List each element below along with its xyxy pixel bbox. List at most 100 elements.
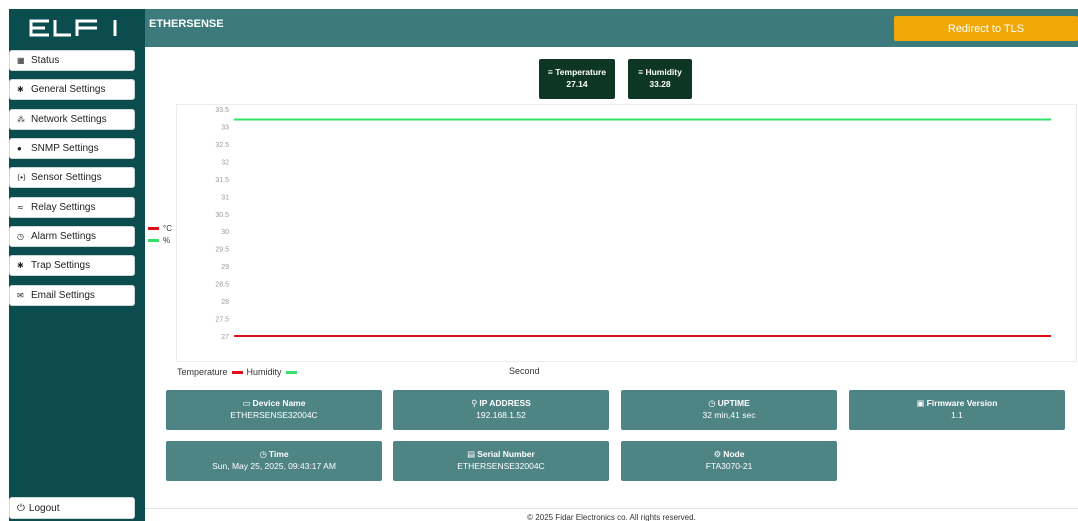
side-legend-humidity: %: [148, 234, 172, 246]
temperature-badge: ≡ Temperature 27.14: [539, 59, 615, 99]
y-tick-label: 27: [221, 334, 229, 341]
redirect-tls-button[interactable]: Redirect to TLS: [894, 16, 1078, 41]
time-label: Time: [268, 449, 289, 459]
sidebar-item-label: Relay Settings: [31, 202, 96, 213]
y-tick-label: 28.5: [215, 282, 229, 289]
sidebar: ▦ Status ✱ General Settings ⁂ Network Se…: [9, 9, 145, 521]
serial-number-card: ▤ Serial Number ETHERSENSE32004C: [393, 441, 609, 481]
serial-number-value: ETHERSENSE32004C: [457, 461, 545, 471]
legend-label-temperature: Temperature: [177, 367, 228, 377]
sidebar-item-network-settings[interactable]: ⁂ Network Settings: [9, 109, 135, 130]
sidebar-item-label: SNMP Settings: [31, 143, 99, 154]
footer-divider: [145, 508, 1078, 509]
side-legend: °C %: [148, 222, 172, 246]
globe-icon: ●: [17, 144, 22, 153]
sidebar-item-label: Status: [31, 55, 60, 66]
ip-address-label: IP ADDRESS: [479, 398, 531, 408]
node-card: ⚙ Node FTA3070-21: [621, 441, 837, 481]
y-tick-label: 31: [221, 194, 229, 201]
clock-icon: ◷: [708, 398, 716, 408]
relay-icon: ≂: [17, 203, 24, 212]
y-tick-label: 32.5: [215, 142, 229, 149]
app-root: ▦ Status ✱ General Settings ⁂ Network Se…: [0, 0, 1078, 521]
sidebar-item-label: Email Settings: [31, 290, 95, 301]
logout-button[interactable]: ⏻ Logout: [9, 497, 135, 519]
monitor-icon: ▭: [242, 398, 251, 408]
humidity-badge: ≡ Humidity 33.28: [628, 59, 692, 99]
alarm-icon: ◷: [17, 232, 24, 241]
logo-mark: [29, 19, 117, 37]
clock-icon: ◷: [259, 449, 267, 459]
firmware-card: ▣ Firmware Version 1.1: [849, 390, 1065, 430]
page-title: ETHERSENSE: [149, 18, 224, 30]
sidebar-item-trap-settings[interactable]: ✱ Trap Settings: [9, 255, 135, 276]
location-icon: ⚲: [471, 398, 478, 408]
y-tick-label: 32: [221, 159, 229, 166]
x-axis-label: Second: [509, 366, 540, 376]
y-tick-label: 29: [221, 264, 229, 271]
sensor-chart: 33.5 33 32.5 32 31.5 31 30.5 30 29.5 29 28.5 28 27.5…: [176, 104, 1077, 362]
sidebar-item-label: Alarm Settings: [31, 231, 97, 242]
ip-address-value: 192.168.1.52: [476, 410, 526, 420]
legend-swatch: [148, 226, 159, 230]
y-tick-label: 27.5: [215, 317, 229, 324]
legend-swatch: [148, 238, 159, 242]
device-name-value: ETHERSENSE32004C: [230, 410, 318, 420]
chip-icon: ▣: [916, 398, 925, 408]
y-tick-label: 29.5: [215, 247, 229, 254]
envelope-icon: ✉: [17, 291, 24, 300]
legend-label-humidity: Humidity: [246, 367, 282, 377]
y-tick-label: 28: [221, 299, 229, 306]
y-tick-label: 30.5: [215, 212, 229, 219]
sidebar-item-label: Network Settings: [31, 114, 107, 125]
y-tick-label: 33: [221, 124, 229, 131]
bottom-legend: Temperature Humidity: [177, 367, 301, 377]
gear-icon: ✱: [17, 261, 24, 270]
sidebar-item-sensor-settings[interactable]: ⟨•⟩ Sensor Settings: [9, 167, 135, 188]
uptime-label: UPTIME: [717, 398, 750, 408]
sensor-icon: ⟨•⟩: [17, 173, 27, 182]
serial-number-label: Serial Number: [477, 449, 535, 459]
legend-swatch: [231, 370, 243, 374]
logout-label: Logout: [28, 502, 60, 514]
humidity-value: 33.28: [649, 79, 671, 89]
y-tick-label: 33.5: [215, 107, 229, 114]
top-header: ETHERSENSE Redirect to TLS: [145, 9, 1078, 47]
node-value: FTA3070-21: [705, 461, 753, 471]
sidebar-item-email-settings[interactable]: ✉ Email Settings: [9, 285, 135, 306]
firmware-value: 1.1: [951, 410, 963, 420]
power-icon: ⏻: [17, 502, 25, 514]
sidebar-item-relay-settings[interactable]: ≂ Relay Settings: [9, 197, 135, 218]
sidebar-item-label: Sensor Settings: [31, 172, 102, 183]
gear-icon: ✱: [17, 85, 24, 94]
sidebar-item-alarm-settings[interactable]: ◷ Alarm Settings: [9, 226, 135, 247]
firmware-label: Firmware Version: [926, 398, 998, 408]
uptime-value: 32 min,41 sec: [702, 410, 756, 420]
node-icon: ⚙: [713, 449, 722, 459]
y-tick-label: 31.5: [215, 177, 229, 184]
time-value: Sun, May 25, 2025, 09:43:17 AM: [212, 461, 336, 471]
y-tick-label: 30: [221, 229, 229, 236]
legend-swatch: [285, 370, 297, 374]
sidebar-item-snmp-settings[interactable]: ● SNMP Settings: [9, 138, 135, 159]
device-name-card: ▭ Device Name ETHERSENSE32004C: [166, 390, 382, 430]
sidebar-item-status[interactable]: ▦ Status: [9, 50, 135, 71]
footer-copyright: © 2025 Fidar Electronics co. All rights …: [527, 513, 696, 521]
sidebar-item-general-settings[interactable]: ✱ General Settings: [9, 79, 135, 100]
network-icon: ⁂: [17, 115, 25, 124]
uptime-card: ◷ UPTIME 32 min,41 sec: [621, 390, 837, 430]
ip-address-card: ⚲ IP ADDRESS 192.168.1.52: [393, 390, 609, 430]
legend-unit: %: [163, 235, 171, 245]
legend-unit: °C: [163, 223, 172, 233]
side-legend-temperature: °C: [148, 222, 172, 234]
sidebar-item-label: Trap Settings: [31, 260, 91, 271]
temperature-label: Temperature: [555, 67, 607, 77]
barcode-icon: ▤: [467, 449, 476, 459]
humidity-label: Humidity: [645, 67, 682, 77]
elfi-logo: [9, 9, 145, 47]
dashboard-icon: ▦: [17, 56, 25, 65]
chart-svg: 33.5 33 32.5 32 31.5 31 30.5 30 29.5 29 28.5 28 27.5…: [215, 107, 1051, 341]
time-card: ◷ Time Sun, May 25, 2025, 09:43:17 AM: [166, 441, 382, 481]
node-label: Node: [723, 449, 745, 459]
temperature-value: 27.14: [566, 79, 588, 89]
